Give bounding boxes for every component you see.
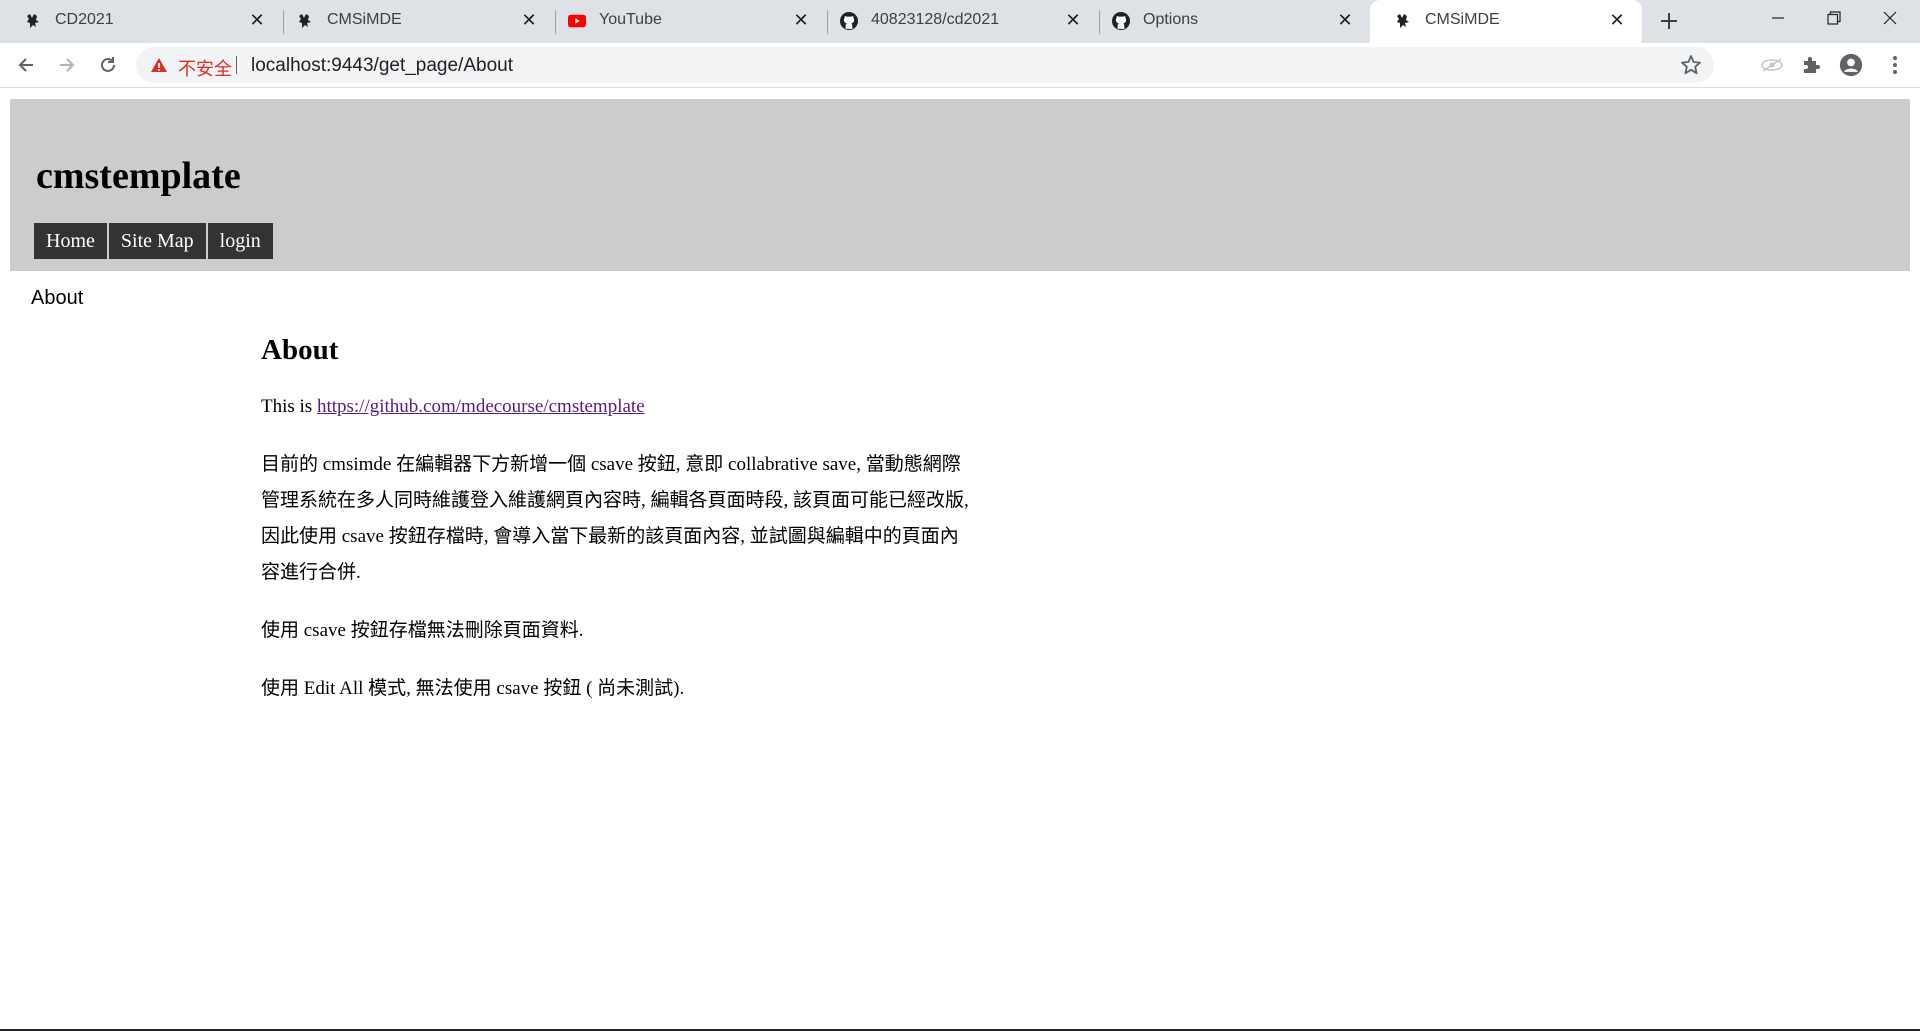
paragraph-line: 管理系統在多人同時維護登入維護網頁內容時, 編輯各頁面時段, 該頁面可能已經改版… [261,490,969,511]
extension-eye-icon[interactable] [1760,53,1784,77]
site-nav: Home Site Map login [34,223,275,259]
new-tab-button[interactable] [1654,6,1684,36]
nav-login-link[interactable]: login [207,223,273,259]
tab-cmsimde[interactable]: CMSiMDE ✕ [272,0,554,43]
tab-cmsimde-active[interactable]: CMSiMDE ✕ [1370,0,1642,43]
close-icon[interactable]: ✕ [1606,9,1628,31]
cmsimde-favicon-icon [296,12,314,30]
tab-title: CMSiMDE [1425,11,1500,28]
paragraph-line: 因此使用 csave 按鈕存檔時, 會導入當下最新的該頁面內容, 並試圖與編輯中… [261,526,959,547]
page-heading: About [261,334,339,366]
web-page: cmstemplate Home Site Map login About Ab… [0,88,1920,1031]
divider [236,56,237,74]
tab-options[interactable]: Options ✕ [1088,0,1370,43]
paragraph-line: 容進行合併. [261,562,361,583]
site-header: cmstemplate Home Site Map login [10,99,1910,271]
browser-toolbar: 不安全 localhost:9443/get_page/About [0,43,1920,88]
github-favicon-icon [840,12,858,30]
profile-avatar-icon[interactable] [1839,53,1863,77]
reload-button[interactable] [92,49,124,81]
youtube-favicon-icon [568,12,586,30]
paragraph-edit-all-note: 使用 Edit All 模式, 無法使用 csave 按鈕 ( 尚未測試). [261,678,685,699]
close-icon[interactable]: ✕ [518,9,540,31]
bookmark-star-icon[interactable] [1680,54,1702,81]
sidebar-item-about[interactable]: About [31,287,83,310]
tab-youtube[interactable]: YouTube ✕ [544,0,826,43]
extensions-puzzle-icon[interactable] [1799,53,1823,77]
url-text[interactable]: localhost:9443/get_page/About [251,55,513,77]
paragraph-csave-delete-note: 使用 csave 按鈕存檔無法刪除頁面資料. [261,620,584,641]
security-status[interactable]: 不安全 [178,55,232,81]
close-icon[interactable]: ✕ [790,9,812,31]
window-close-button[interactable] [1862,0,1918,36]
address-bar[interactable]: 不安全 localhost:9443/get_page/About [136,47,1714,83]
intro-paragraph: This is https://github.com/mdecourse/cms… [261,389,1021,425]
main-content: About This is https://github.com/mdecour… [261,333,1021,729]
cmsimde-favicon-icon [24,12,42,30]
tab-title: 40823128/cd2021 [871,11,1000,28]
intro-text: This is [261,396,317,417]
tab-title: CMSiMDE [327,11,402,28]
close-icon[interactable]: ✕ [1062,9,1084,31]
tab-title: CD2021 [55,11,114,28]
close-icon[interactable]: ✕ [1334,9,1356,31]
warning-icon[interactable] [150,56,168,79]
github-link[interactable]: https://github.com/mdecourse/cmstemplate [317,396,645,417]
tab-strip: CD2021 ✕ CMSiMDE ✕ YouTube ✕ 40823128/cd… [0,0,1920,43]
site-title: cmstemplate [36,155,241,197]
nav-home-link[interactable]: Home [34,223,107,259]
nav-sitemap-link[interactable]: Site Map [108,223,206,259]
restore-button[interactable] [1806,0,1862,36]
paragraph-line: 目前的 cmsimde 在編輯器下方新增一個 csave 按鈕, 意即 coll… [261,454,961,475]
github-favicon-icon [1112,12,1130,30]
tab-github-repo[interactable]: 40823128/cd2021 ✕ [816,0,1098,43]
paragraph-csave-description: 目前的 cmsimde 在編輯器下方新增一個 csave 按鈕, 意即 coll… [261,447,1021,591]
close-icon[interactable]: ✕ [246,9,268,31]
tab-cd2021[interactable]: CD2021 ✕ [0,0,282,43]
menu-kebab-icon[interactable] [1883,53,1907,77]
tab-title: YouTube [599,11,662,28]
minimize-button[interactable] [1750,0,1806,36]
back-button[interactable] [10,49,42,81]
forward-button[interactable] [51,49,83,81]
cmsimde-favicon-icon [1394,12,1412,30]
tab-title: Options [1143,11,1199,28]
